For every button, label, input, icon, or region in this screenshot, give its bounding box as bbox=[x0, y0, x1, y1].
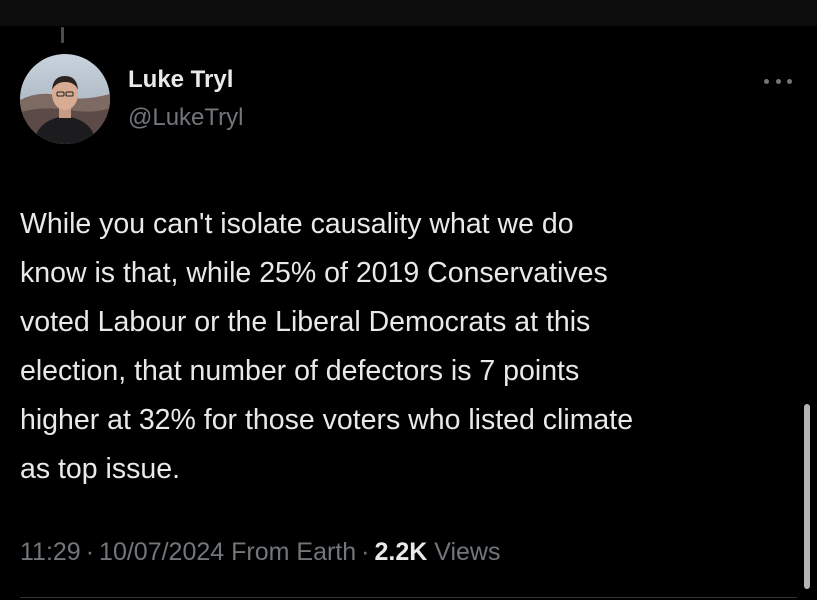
tweet-meta: 11:29 · 10/07/2024 From Earth · 2.2K Views bbox=[20, 538, 501, 567]
tweet-source: From Earth bbox=[231, 538, 357, 566]
top-band bbox=[0, 0, 817, 26]
author-handle[interactable]: @LukeTryl bbox=[128, 104, 244, 132]
tweet-text-line: as top issue. bbox=[20, 453, 181, 485]
meta-separator: · bbox=[85, 538, 95, 566]
tweet-text-line: voted Labour or the Liberal Democrats at… bbox=[20, 306, 591, 338]
tweet-text-line: While you can't isolate causality what w… bbox=[20, 208, 574, 240]
more-options-button[interactable] bbox=[760, 72, 796, 90]
divider bbox=[20, 597, 797, 598]
views-count[interactable]: 2.2K bbox=[374, 538, 427, 566]
meta-separator: · bbox=[361, 538, 370, 566]
tweet-text: While you can't isolate causality what w… bbox=[20, 200, 790, 494]
avatar[interactable] bbox=[20, 54, 110, 144]
tweet-time[interactable]: 11:29 bbox=[20, 538, 81, 566]
ellipsis-horizontal-icon bbox=[787, 78, 792, 84]
avatar-photo bbox=[20, 54, 110, 144]
ellipsis-horizontal-icon bbox=[764, 78, 769, 84]
ellipsis-horizontal-icon bbox=[775, 78, 781, 84]
thread-connector-line bbox=[61, 27, 64, 43]
tweet-text-line: know is that, while 25% of 2019 Conserva… bbox=[20, 257, 608, 289]
author-display-name[interactable]: Luke Tryl bbox=[128, 66, 233, 94]
scrollbar[interactable] bbox=[804, 404, 810, 589]
tweet-text-line: election, that number of defectors is 7 … bbox=[20, 355, 580, 387]
tweet-text-line: higher at 32% for those voters who liste… bbox=[20, 404, 634, 436]
tweet-date[interactable]: 10/07/2024 bbox=[99, 538, 224, 566]
tweet-detail-screen: Luke Tryl @LukeTryl While you can't isol… bbox=[0, 0, 817, 600]
views-label: Views bbox=[434, 538, 501, 566]
